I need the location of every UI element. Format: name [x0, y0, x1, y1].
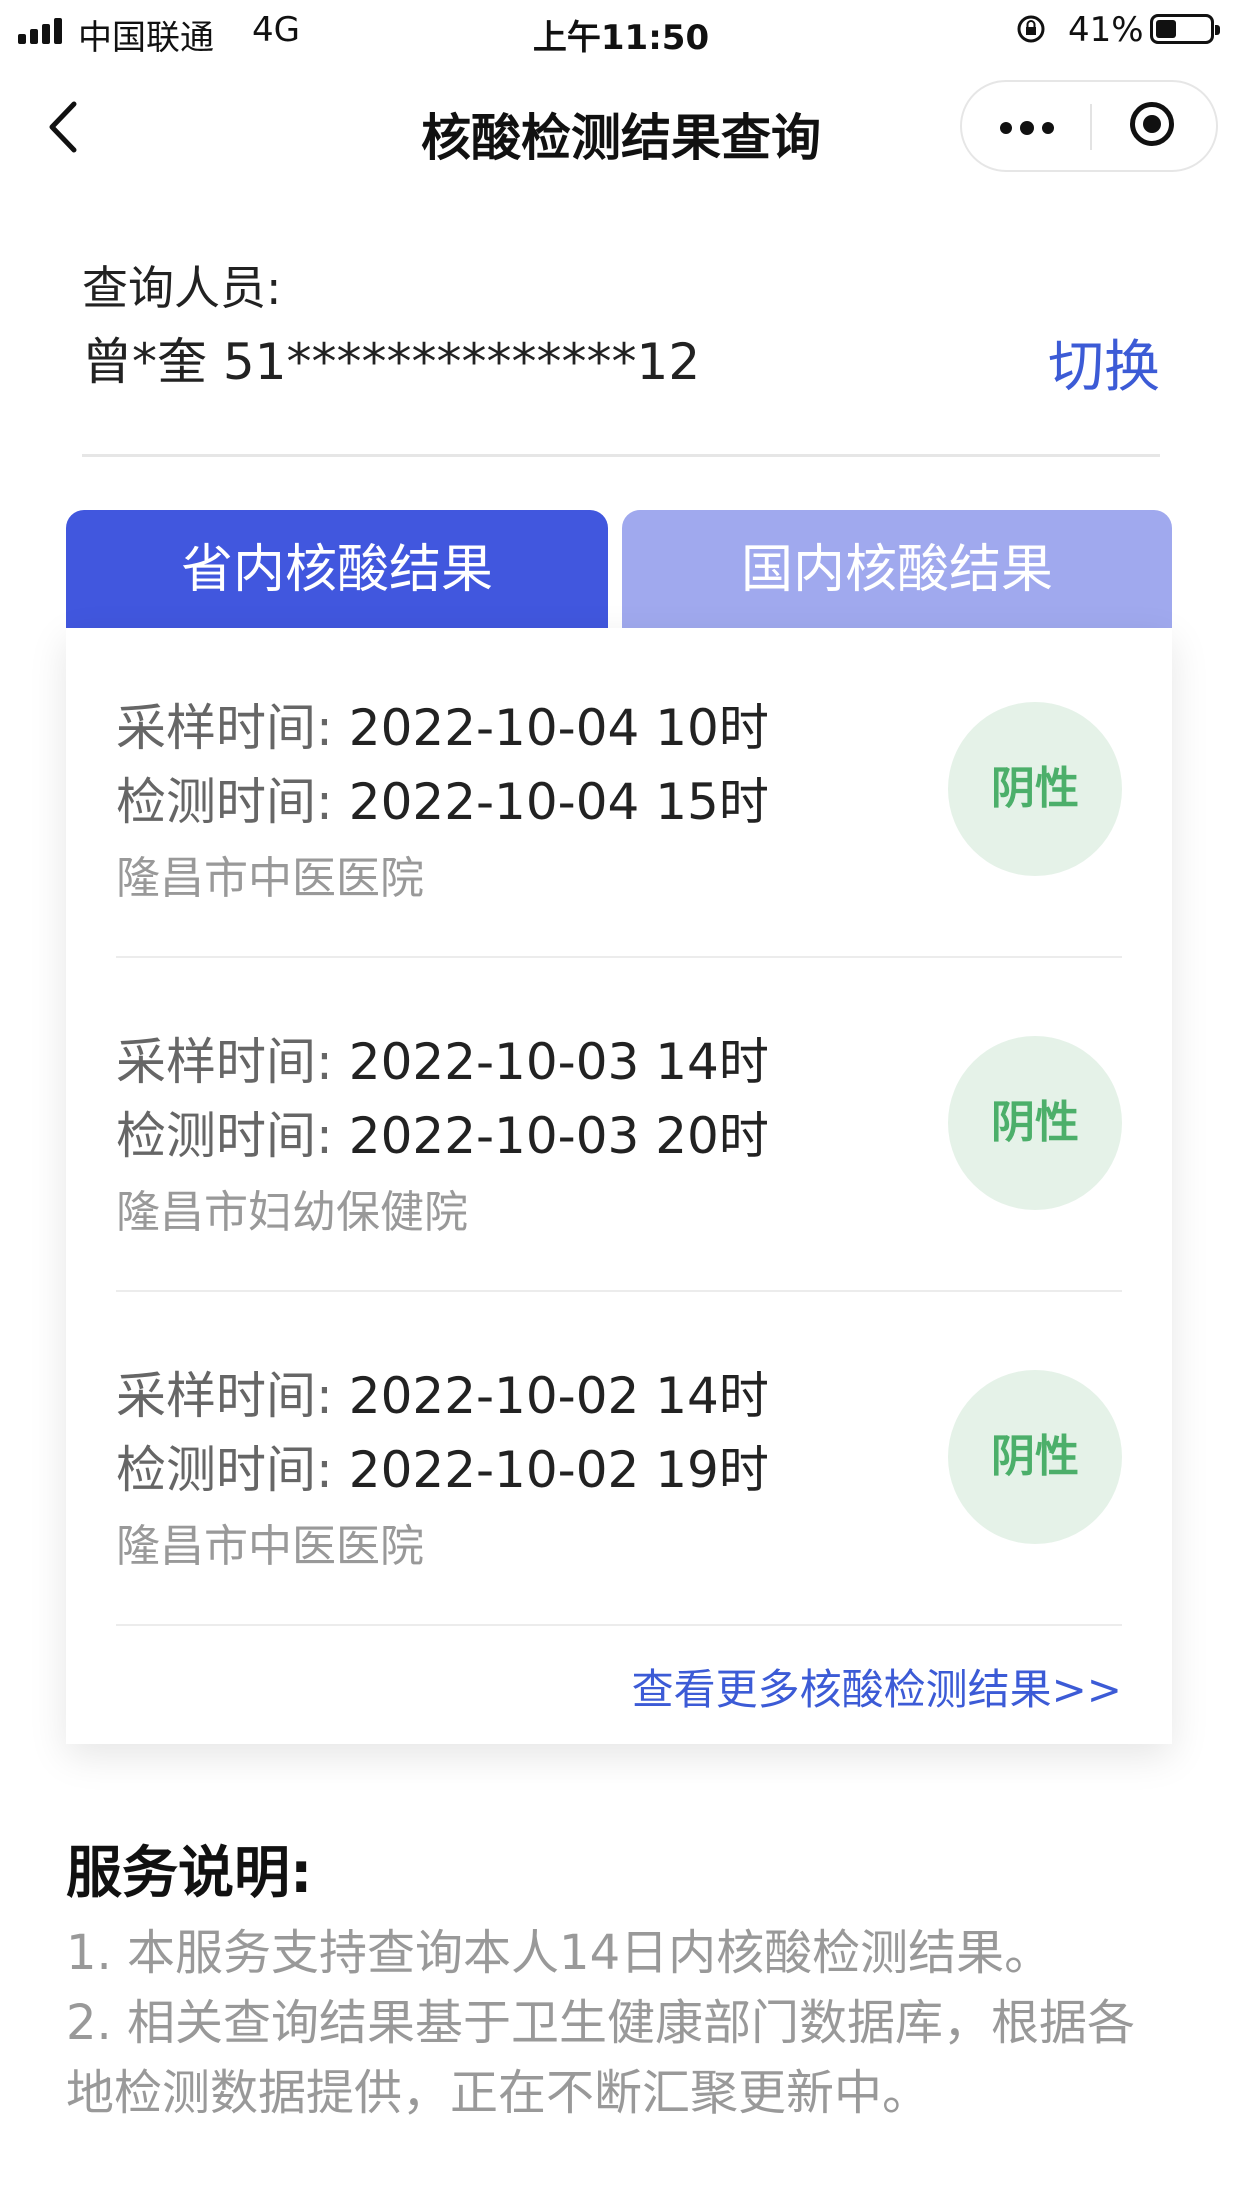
more-options-icon[interactable]	[962, 82, 1090, 170]
test-time-label: 检测时间:	[116, 773, 333, 831]
test-time-value: 2022-10-03 20时	[348, 1107, 769, 1165]
sample-time-row: 采样时间: 2022-10-02 14时	[116, 1356, 769, 1428]
record-separator	[116, 956, 1122, 958]
hospital-name: 隆昌市中医医院	[116, 853, 424, 904]
status-time: 上午11:50	[532, 18, 710, 58]
status-bar: 中国联通 4G 上午11:50 41%	[0, 0, 1242, 64]
sample-time-label: 采样时间:	[116, 699, 333, 757]
divider	[82, 454, 1160, 457]
test-time-row: 检测时间: 2022-10-02 19时	[116, 1430, 769, 1502]
result-badge: 阴性	[948, 1370, 1122, 1544]
sample-time-value: 2022-10-03 14时	[348, 1033, 769, 1091]
service-notes-title: 服务说明:	[66, 1841, 313, 1906]
service-note-item: 2. 相关查询结果基于卫生健康部门数据库，根据各地检测数据提供，正在不断汇聚更新…	[66, 1995, 1136, 2121]
sample-time-row: 采样时间: 2022-10-04 10时	[116, 688, 769, 760]
hospital-name: 隆昌市中医医院	[116, 1521, 424, 1572]
mini-program-capsule	[960, 80, 1218, 172]
test-time-value: 2022-10-04 15时	[348, 773, 769, 831]
service-note-item: 1. 本服务支持查询本人14日内核酸检测结果。	[66, 1925, 1053, 1981]
sample-time-row: 采样时间: 2022-10-03 14时	[116, 1022, 769, 1094]
nav-bar: 核酸检测结果查询	[0, 70, 1242, 184]
test-time-label: 检测时间:	[116, 1441, 333, 1499]
close-mini-program-icon[interactable]	[1092, 82, 1216, 170]
view-more-results-link[interactable]: 查看更多核酸检测结果>>	[632, 1656, 1122, 1717]
sample-time-value: 2022-10-02 14时	[348, 1367, 769, 1425]
result-badge: 阴性	[948, 1036, 1122, 1210]
tab-national-results[interactable]: 国内核酸结果	[622, 510, 1172, 630]
battery-icon	[1150, 14, 1220, 44]
result-record[interactable]: 采样时间: 2022-10-03 14时 检测时间: 2022-10-03 20…	[116, 962, 1122, 1292]
switch-person-button[interactable]: 切换	[1048, 322, 1160, 403]
query-person-label: 查询人员:	[82, 261, 282, 315]
result-record[interactable]: 采样时间: 2022-10-04 10时 检测时间: 2022-10-04 15…	[116, 628, 1122, 958]
result-badge: 阴性	[948, 702, 1122, 876]
test-time-row: 检测时间: 2022-10-04 15时	[116, 762, 769, 834]
orientation-lock-icon	[1017, 15, 1045, 43]
record-separator	[116, 1290, 1122, 1292]
sample-time-label: 采样时间:	[116, 1367, 333, 1425]
query-person-value: 曾*奎 51**************12	[82, 333, 701, 391]
result-record[interactable]: 采样时间: 2022-10-02 14时 检测时间: 2022-10-02 19…	[116, 1296, 1122, 1626]
test-time-value: 2022-10-02 19时	[348, 1441, 769, 1499]
battery-percentage: 41%	[1068, 10, 1144, 50]
tab-provincial-results[interactable]: 省内核酸结果	[66, 510, 608, 630]
hospital-name: 隆昌市妇幼保健院	[116, 1187, 468, 1238]
test-time-row: 检测时间: 2022-10-03 20时	[116, 1096, 769, 1168]
test-time-label: 检测时间:	[116, 1107, 333, 1165]
results-card: 采样时间: 2022-10-04 10时 检测时间: 2022-10-04 15…	[66, 628, 1172, 1744]
sample-time-label: 采样时间:	[116, 1033, 333, 1091]
record-separator	[116, 1624, 1122, 1626]
sample-time-value: 2022-10-04 10时	[348, 699, 769, 757]
